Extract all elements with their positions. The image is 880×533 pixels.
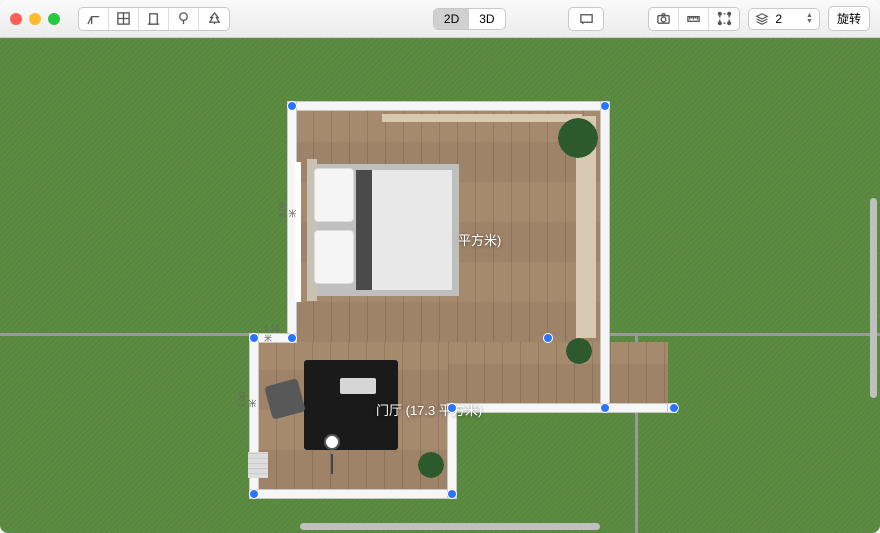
wall-tool-button[interactable]: [79, 8, 109, 30]
dimension-label: 3.00 米: [238, 392, 258, 408]
view-tools-group: [648, 7, 740, 31]
view-mode-toggle: 2D 3D: [433, 8, 506, 30]
plant-icon[interactable]: [566, 338, 592, 364]
window-controls: [10, 13, 60, 25]
floor-lamp[interactable]: [318, 428, 346, 456]
tree-conifer-icon[interactable]: [199, 8, 229, 30]
wall[interactable]: [448, 404, 676, 412]
curtain-rail[interactable]: [382, 114, 582, 122]
layers-icon: [755, 12, 769, 26]
room-tool-button[interactable]: [109, 8, 139, 30]
hallway-label: 门厅 (17.3 平方米): [376, 400, 482, 419]
bounding-box-icon[interactable]: [709, 8, 739, 30]
layer-value: 2: [775, 12, 782, 26]
app-window: 2D 3D 2 ▲▼ 旋转: [0, 0, 880, 533]
mattress[interactable]: [368, 170, 452, 290]
camera-icon[interactable]: [649, 8, 679, 30]
view-3d-button[interactable]: 3D: [469, 9, 504, 29]
control-point[interactable]: [249, 489, 259, 499]
control-point[interactable]: [287, 333, 297, 343]
tree-deciduous-icon[interactable]: [169, 8, 199, 30]
ruler-icon[interactable]: [679, 8, 709, 30]
control-point[interactable]: [600, 403, 610, 413]
note-tool-button[interactable]: [569, 8, 603, 30]
bedroom-label: 平方米): [458, 230, 501, 249]
floorplan-canvas[interactable]: 平方米) 门厅 (17.3 平方米) 3.08 米 3.00 米 1.10 米: [0, 38, 880, 533]
dimension-label: 1.10 米: [264, 324, 280, 344]
control-point[interactable]: [447, 403, 457, 413]
door-tool-button[interactable]: [139, 8, 169, 30]
control-point[interactable]: [600, 101, 610, 111]
bed-throw[interactable]: [356, 170, 372, 290]
dimension-label: 3.08 米: [278, 202, 298, 218]
control-point[interactable]: [249, 333, 259, 343]
wall[interactable]: [250, 490, 456, 498]
stepper-arrows[interactable]: ▲▼: [806, 13, 813, 25]
control-point[interactable]: [447, 489, 457, 499]
layer-stepper[interactable]: 2 ▲▼: [748, 8, 820, 30]
plant-icon[interactable]: [418, 452, 444, 478]
wall[interactable]: [601, 102, 609, 412]
close-icon[interactable]: [10, 13, 22, 25]
window[interactable]: [295, 162, 301, 302]
annotation-tool-group: [568, 7, 604, 31]
maximize-icon[interactable]: [48, 13, 60, 25]
hallway-floor[interactable]: [448, 342, 668, 404]
pillow[interactable]: [314, 168, 354, 222]
minimize-icon[interactable]: [29, 13, 41, 25]
book-stack[interactable]: [248, 452, 268, 478]
control-point[interactable]: [287, 101, 297, 111]
control-point[interactable]: [669, 403, 679, 413]
plant-icon[interactable]: [558, 118, 598, 158]
rotate-button[interactable]: 旋转: [828, 6, 870, 31]
titlebar: 2D 3D 2 ▲▼ 旋转: [0, 0, 880, 38]
view-2d-button[interactable]: 2D: [434, 9, 469, 29]
monitor[interactable]: [340, 378, 376, 394]
wall[interactable]: [295, 102, 601, 110]
vertical-scrollbar[interactable]: [870, 198, 877, 398]
draw-tools-group: [78, 7, 230, 31]
control-point[interactable]: [543, 333, 553, 343]
pillow[interactable]: [314, 230, 354, 284]
horizontal-scrollbar[interactable]: [300, 523, 600, 530]
